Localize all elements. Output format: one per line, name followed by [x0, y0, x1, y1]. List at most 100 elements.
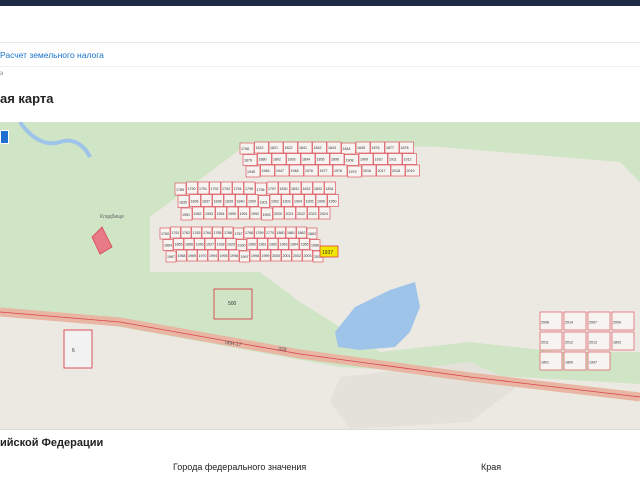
page-title: ая карта [0, 91, 54, 106]
map-zoom-button[interactable] [0, 130, 9, 144]
land-tax-link[interactable]: Расчет земельного налога [0, 50, 104, 60]
land-plot-label: 1792 [211, 187, 219, 191]
plot-6-label: 6 [72, 348, 75, 354]
map-canvas[interactable]: 1798 1812 1821 1822 1841 1842 1843 1844 1845 1876… [0, 122, 640, 429]
land-plot-label: 1954 [217, 212, 225, 216]
land-plot-label: 1977 [320, 169, 328, 173]
land-plot-label: 1991 [240, 212, 248, 216]
land-plot-label: 1836 [191, 199, 199, 203]
land-plot-label: 1765 [214, 231, 222, 235]
land-plot-label: 1821 [270, 146, 278, 150]
land-plot-label: 1844 [343, 147, 351, 151]
land-plot-label: 1963 [280, 243, 288, 247]
land-plot-label: 1969 [188, 254, 196, 258]
land-plot-label: 1789 [176, 188, 184, 192]
land-plot-label: 1793 [222, 187, 230, 191]
land-plot-label: 1842 [314, 146, 322, 150]
land-plot-label: 1790 [188, 187, 196, 191]
land-plot-label: 1767 [235, 232, 243, 236]
land-plot-label: 1995 [220, 254, 228, 258]
land-plot-label: 2007 [589, 321, 597, 325]
land-plot-label: 1962 [269, 243, 277, 247]
land-plot-label: 1961 [259, 243, 267, 247]
section-divider [0, 429, 640, 430]
land-plot-label: 1840 [237, 199, 245, 203]
land-plot-label: 1796 [257, 188, 265, 192]
land-plot-label: 2012 [565, 341, 573, 345]
land-plot-label: 1770 [266, 231, 274, 235]
land-plot-label: 2009 [613, 321, 621, 325]
land-plot-label: 1930 [238, 244, 246, 248]
land-plot-label: 1964 [290, 243, 298, 247]
land-plot-label: 1763 [193, 231, 201, 235]
land-plot-label: 1904 [294, 199, 302, 203]
land-plot-label: 2017 [378, 169, 386, 173]
land-plot-label: 2024 [320, 212, 328, 216]
land-plot-label: 2023 [309, 212, 317, 216]
road-label-2: 328 [278, 346, 287, 353]
land-plot-label: 1928 [217, 243, 225, 247]
land-plot-label: 1903 [283, 199, 291, 203]
land-plot-label: 1960 [248, 243, 256, 247]
land-plot-label: 2019 [407, 169, 415, 173]
land-plot-label: 1838 [214, 199, 222, 203]
land-plot-label: 1880 [259, 158, 267, 162]
land-plot-label: 1900 [248, 199, 256, 203]
land-plot-label: 1803 [613, 341, 621, 345]
plot-500-label: 500 [228, 301, 237, 307]
plot-6[interactable] [63, 329, 93, 369]
land-plot-label: 1966 [311, 244, 319, 248]
land-plot-label: 1837 [202, 199, 210, 203]
cemetery-plot[interactable] [91, 226, 113, 255]
land-plot-label: 1760 [161, 232, 169, 236]
land-plot-label: 1953 [205, 212, 213, 216]
stream [18, 122, 92, 158]
land-plot-label: 1865 [175, 243, 183, 247]
cadastral-map[interactable]: 1798 1812 1821 1822 1841 1842 1843 1844 1845 1876… [0, 122, 640, 429]
land-plot-label: 1990 [228, 212, 236, 216]
land-plot-label: 1766 [224, 231, 232, 235]
land-plot-label: 1860 [277, 231, 285, 235]
land-plot-label: 2003 [304, 254, 312, 258]
land-plot-label: 1952 [194, 212, 202, 216]
land-plot-label: 1978 [334, 169, 342, 173]
land-plot-label: 1794 [234, 187, 242, 191]
land-plot-label: 1762 [182, 231, 190, 235]
land-plot-label: 1878 [401, 146, 409, 150]
land-plot-label: 1976 [305, 169, 313, 173]
land-plot-label: 1833 [314, 187, 322, 191]
federal-cities-header: Города федерального значения [173, 462, 307, 472]
land-plot-label: 1863 [308, 232, 316, 236]
land-plot-label: 2001 [283, 254, 291, 258]
land-plot-label: 1830 [280, 187, 288, 191]
breadcrumb: э [0, 71, 4, 77]
land-plot-label: 1864 [164, 244, 172, 248]
land-plot-label: 1835 [179, 200, 187, 204]
land-plot-label: 1892 [273, 158, 281, 162]
land-plot-label: 1797 [268, 187, 276, 191]
land-plot-label: 1992 [251, 212, 259, 216]
cemetery-label: Кладбище [100, 214, 124, 220]
land-plot-label: 2016 [363, 169, 371, 173]
land-plot-label: 1843 [328, 146, 336, 150]
land-plot-label: 1822 [285, 146, 293, 150]
land-plot-label: 1993 [263, 213, 271, 217]
land-plot-label: 1996 [230, 254, 238, 258]
land-plot-label: 2021 [286, 212, 294, 216]
land-plot-label: 2022 [297, 212, 305, 216]
land-plot-label: 1946 [262, 169, 270, 173]
land-plot-label: 1947 [276, 169, 284, 173]
land-plot-label: 1994 [209, 254, 217, 258]
land-plot-label: 1909 [360, 158, 368, 162]
land-plot-label: 2000 [272, 254, 280, 258]
land-plot-label: 1968 [178, 254, 186, 258]
section-title: ийской Федерации [0, 437, 104, 449]
krai-header: Края [481, 462, 502, 472]
land-plot-label: 2011 [541, 341, 549, 345]
land-plot-label: 1908 [346, 159, 354, 163]
land-plot-label: 1894 [302, 158, 310, 162]
land-plot-label: 1812 [256, 146, 264, 150]
land-plot-label: 1895 [317, 158, 325, 162]
land-plot-label: 1999 [262, 254, 270, 258]
land-plot-label: 1768 [245, 231, 253, 235]
